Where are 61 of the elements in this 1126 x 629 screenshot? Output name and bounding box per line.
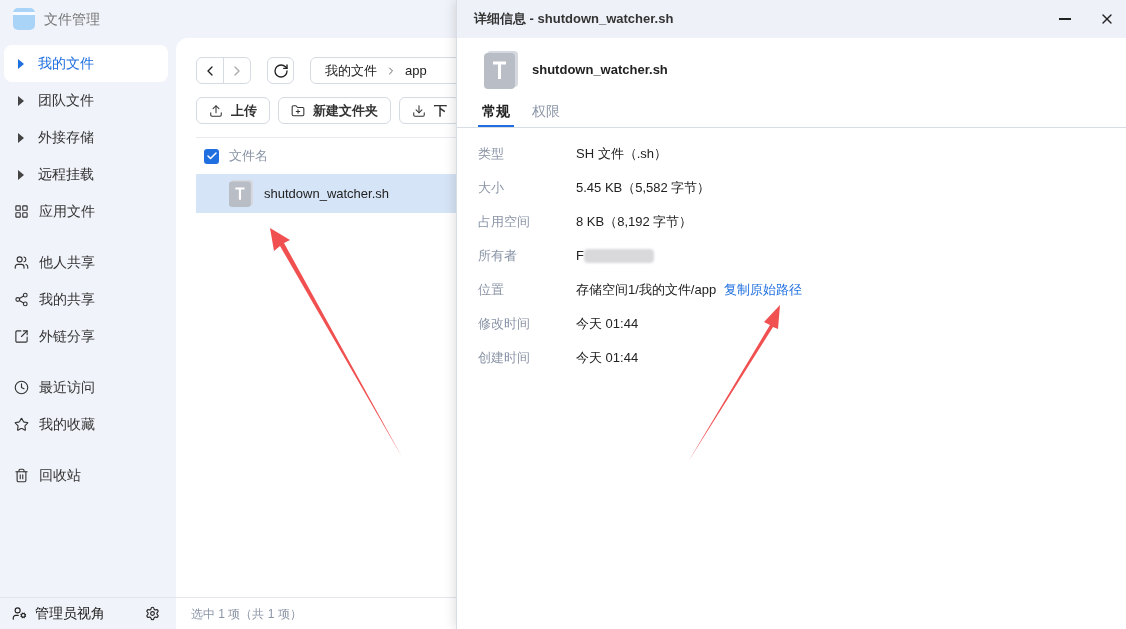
property-value: 存储空间1/我的文件/app [576, 281, 717, 300]
people-icon [14, 255, 29, 270]
sidebar-item[interactable]: 团队文件 [4, 82, 168, 119]
app-logo-icon [12, 7, 36, 31]
file-name: shutdown_watcher.sh [264, 184, 390, 203]
status-text: 选中 1 项（共 1 项） [191, 605, 302, 623]
toolbar-button[interactable]: 新建文件夹 [278, 97, 391, 124]
admin-icon [12, 606, 27, 621]
sidebar-item[interactable]: 我的收藏 [4, 406, 168, 443]
property-label: 所有者 [478, 247, 518, 266]
property-label: 类型 [478, 145, 505, 164]
app-title: 文件管理 [44, 9, 100, 29]
property-label: 大小 [478, 179, 505, 198]
file-name: shutdown_watcher.sh [532, 61, 668, 80]
settings-icon[interactable] [145, 606, 160, 621]
tab[interactable]: 常规 [478, 98, 514, 127]
property-label: 占用空间 [478, 213, 531, 232]
download-icon [412, 103, 426, 118]
refresh-button[interactable] [267, 57, 294, 84]
clock-icon [14, 380, 29, 395]
file-icon [229, 180, 253, 207]
share-icon [14, 292, 29, 307]
column-header: 文件名 [229, 147, 268, 166]
property-value: SH 文件（.sh） [576, 145, 667, 164]
caret-icon [17, 169, 25, 180]
sidebar-item[interactable]: 外接存储 [4, 119, 168, 156]
property-value: F [576, 247, 584, 266]
breadcrumb-item[interactable]: 我的文件 [325, 60, 377, 81]
breadcrumb-item[interactable]: app [405, 60, 427, 81]
sidebar-item[interactable]: 我的文件 [4, 45, 168, 82]
sidebar-item[interactable]: 应用文件 [4, 193, 168, 230]
property-value: 今天 01:44 [576, 349, 639, 368]
property-value: 今天 01:44 [576, 315, 639, 334]
folder-icon [291, 103, 305, 118]
file-icon [484, 51, 518, 89]
property-label: 位置 [478, 281, 505, 300]
apps-icon [14, 204, 29, 219]
select-all-checkbox[interactable] [204, 148, 219, 164]
property-value: 8 KB（8,192 字节） [576, 213, 693, 232]
property-label: 修改时间 [478, 315, 531, 334]
minimize-icon [1059, 18, 1071, 20]
window-title: 详细信息 - shutdown_watcher.sh [474, 10, 674, 29]
sidebar-item[interactable]: 最近访问 [4, 369, 168, 406]
property-value: 5.45 KB（5,582 字节） [576, 179, 711, 198]
upload-icon [209, 103, 223, 118]
sidebar-item[interactable]: 外链分享 [4, 318, 168, 355]
sidebar-item[interactable]: 远程挂载 [4, 156, 168, 193]
copy-path-link[interactable]: 复制原始路径 [724, 280, 803, 300]
caret-icon [17, 58, 25, 69]
property-label: 创建时间 [478, 349, 531, 368]
sidebar-item[interactable]: 回收站 [4, 457, 168, 494]
caret-icon [17, 95, 25, 106]
caret-icon [17, 132, 25, 143]
admin-view-link[interactable]: 管理员视角 [35, 603, 105, 624]
trash-icon [14, 468, 29, 483]
sidebar-item[interactable]: 我的共享 [4, 281, 168, 318]
sidebar-item[interactable]: 他人共享 [4, 244, 168, 281]
link-icon [14, 329, 29, 344]
toolbar-button[interactable]: 上传 [196, 97, 270, 124]
refresh-icon [272, 62, 289, 79]
star-icon [14, 417, 29, 432]
